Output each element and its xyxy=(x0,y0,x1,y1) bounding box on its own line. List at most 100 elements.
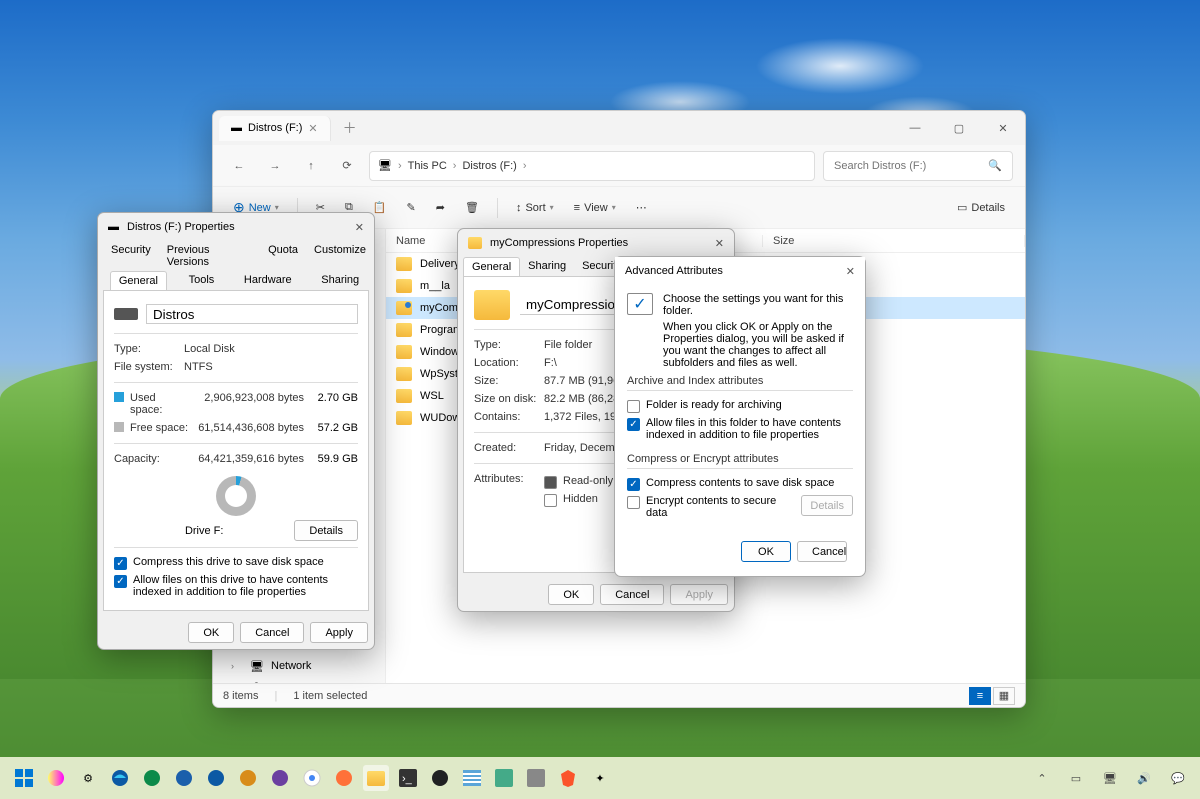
back-button[interactable]: ← xyxy=(225,152,253,180)
explorer-icon[interactable] xyxy=(363,765,389,791)
chrome-icon[interactable] xyxy=(299,765,325,791)
edge-icon[interactable] xyxy=(171,765,197,791)
new-tab-button[interactable]: ＋ xyxy=(343,118,357,138)
tab-previous-versions[interactable]: Previous Versions xyxy=(159,241,260,271)
compress-checkbox-row[interactable]: ✓Compress contents to save disk space xyxy=(627,475,853,493)
forward-button[interactable]: → xyxy=(261,152,289,180)
chevron-right-icon: › xyxy=(523,160,527,172)
chatgpt-icon[interactable] xyxy=(427,765,453,791)
volume-icon[interactable]: 🔊 xyxy=(1133,765,1155,791)
notification-icon[interactable]: 💬 xyxy=(1167,765,1189,791)
free-bytes: 61,514,436,608 bytes xyxy=(190,422,304,434)
folder-icon xyxy=(396,323,412,337)
compress-checkbox-row[interactable]: ✓Compress this drive to save disk space xyxy=(114,554,358,572)
edge-icon[interactable] xyxy=(107,765,133,791)
dialog-title: Distros (F:) Properties xyxy=(127,221,235,233)
tab-security[interactable]: Security xyxy=(103,241,159,271)
cancel-button[interactable]: Cancel xyxy=(797,541,847,562)
drive-icon: ▬ xyxy=(231,122,242,134)
breadcrumb-drive[interactable]: Distros (F:) xyxy=(462,160,516,172)
apply-button[interactable]: Apply xyxy=(310,622,368,643)
breadcrumb-thispc[interactable]: This PC xyxy=(408,160,447,172)
close-icon[interactable]: ✕ xyxy=(355,221,364,234)
delete-button[interactable]: 🗑 xyxy=(457,194,487,222)
tab-title: Distros (F:) xyxy=(248,122,302,134)
encrypt-checkbox-row[interactable]: Encrypt contents to secure data Details xyxy=(627,493,853,521)
tab-customize[interactable]: Customize xyxy=(306,241,374,271)
index-checkbox-row[interactable]: ✓Allow files in this folder to have cont… xyxy=(627,415,853,443)
edge-icon[interactable] xyxy=(267,765,293,791)
checkbox-icon[interactable]: ✓ xyxy=(627,478,640,491)
tab-general[interactable]: General xyxy=(110,271,167,290)
share-button[interactable]: ➦ xyxy=(428,194,453,222)
cancel-button[interactable]: Cancel xyxy=(240,622,304,643)
tray-icon[interactable]: ▭ xyxy=(1065,765,1087,791)
start-button[interactable] xyxy=(11,765,37,791)
used-legend xyxy=(114,392,124,402)
tab-sharing[interactable]: Sharing xyxy=(313,271,367,290)
checkbox-icon[interactable]: ✓ xyxy=(114,557,127,570)
up-button[interactable]: ↑ xyxy=(297,152,325,180)
drive-name-input[interactable] xyxy=(146,304,358,324)
ok-button[interactable]: OK xyxy=(548,584,594,605)
apply-button[interactable]: Apply xyxy=(670,584,728,605)
drive-icon: ▬ xyxy=(108,221,119,233)
dialog-title: Advanced Attributes xyxy=(625,265,723,277)
close-tab-icon[interactable]: ✕ xyxy=(308,122,317,135)
tab-hardware[interactable]: Hardware xyxy=(236,271,300,290)
brave-icon[interactable] xyxy=(555,765,581,791)
breadcrumb[interactable]: 🖥 › This PC › Distros (F:) › xyxy=(369,151,815,181)
edge-icon[interactable] xyxy=(235,765,261,791)
details-pane-button[interactable]: ▭ Details xyxy=(949,194,1013,222)
icons-view-button[interactable]: ▦ xyxy=(993,687,1015,705)
ok-button[interactable]: OK xyxy=(741,541,791,562)
col-size[interactable]: Size xyxy=(763,235,1025,247)
chevron-up-icon[interactable]: ⌃ xyxy=(1031,765,1053,791)
app-icon[interactable]: ✦ xyxy=(587,765,613,791)
archive-checkbox-row[interactable]: Folder is ready for archiving xyxy=(627,397,853,415)
close-icon[interactable]: ✕ xyxy=(715,237,724,250)
details-view-button[interactable]: ≡ xyxy=(969,687,991,705)
refresh-button[interactable]: ⟳ xyxy=(333,152,361,180)
search-input[interactable] xyxy=(834,160,988,172)
close-icon[interactable]: ✕ xyxy=(846,265,855,278)
checkbox-icon[interactable] xyxy=(627,400,640,413)
checkbox-icon[interactable] xyxy=(627,496,640,509)
sidebar-item[interactable]: ›🖥Network xyxy=(213,655,385,677)
app-icon[interactable] xyxy=(523,765,549,791)
minimize-button[interactable]: — xyxy=(893,112,937,144)
close-button[interactable]: ✕ xyxy=(981,112,1025,144)
tab-sharing[interactable]: Sharing xyxy=(520,257,574,276)
ok-button[interactable]: OK xyxy=(188,622,234,643)
terminal-icon[interactable]: ›_ xyxy=(395,765,421,791)
maximize-button[interactable]: ▢ xyxy=(937,112,981,144)
edge-icon[interactable] xyxy=(203,765,229,791)
tab-distros[interactable]: ▬ Distros (F:) ✕ xyxy=(219,116,331,141)
rename-button[interactable]: ✎ xyxy=(399,194,424,222)
checkbox-icon[interactable]: ✓ xyxy=(114,575,127,588)
settings-icon[interactable]: ⚙ xyxy=(75,765,101,791)
view-button[interactable]: ≡ View ▾ xyxy=(566,194,624,222)
tab-tools[interactable]: Tools xyxy=(181,271,223,290)
firefox-icon[interactable] xyxy=(331,765,357,791)
more-button[interactable]: ⋯ xyxy=(628,194,655,222)
checkbox-icon[interactable] xyxy=(544,476,557,489)
index-checkbox-row[interactable]: ✓Allow files on this drive to have conte… xyxy=(114,572,358,600)
tab-quota[interactable]: Quota xyxy=(260,241,306,271)
file-name: m__la xyxy=(420,280,450,292)
edge-icon[interactable] xyxy=(139,765,165,791)
search-box[interactable]: 🔍 xyxy=(823,151,1013,181)
tab-general[interactable]: General xyxy=(463,257,520,276)
search-icon: 🔍 xyxy=(988,159,1002,172)
notepad-icon[interactable] xyxy=(459,765,485,791)
details-button[interactable]: Details xyxy=(801,495,853,516)
details-button[interactable]: Details xyxy=(294,520,358,541)
checkbox-icon[interactable]: ✓ xyxy=(627,418,640,431)
sort-button[interactable]: ↕ Sort ▾ xyxy=(508,194,562,222)
copilot-icon[interactable] xyxy=(43,765,69,791)
app-icon[interactable] xyxy=(491,765,517,791)
tray-icon[interactable]: 🖥 xyxy=(1099,765,1121,791)
checkbox-icon[interactable] xyxy=(544,494,557,507)
cancel-button[interactable]: Cancel xyxy=(600,584,664,605)
file-name: WSL xyxy=(420,390,444,402)
